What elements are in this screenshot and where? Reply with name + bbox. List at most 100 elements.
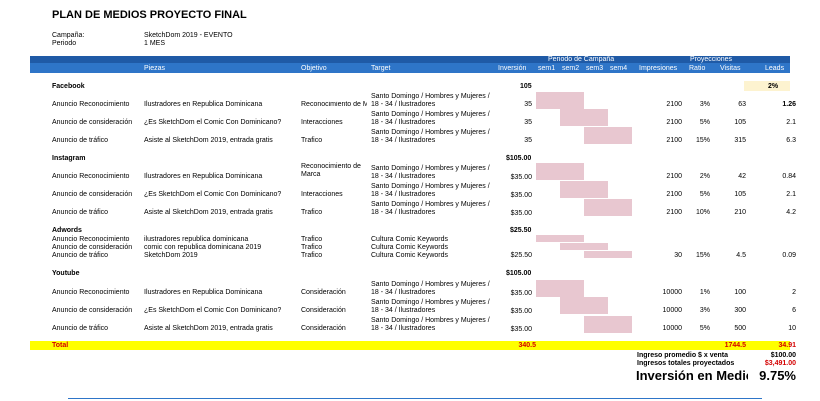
- header-sem1: sem1: [538, 65, 556, 72]
- header-piezas: Piezas: [144, 65, 166, 72]
- header-periodo-campana: Periodo de Campaña: [548, 56, 615, 63]
- yt-row1-tipo: Anuncio Reconocimiento: [52, 289, 130, 296]
- yt-row3-impresiones: 10000: [662, 325, 682, 332]
- gantt-bar: [560, 181, 608, 198]
- ingresos-totales-value: $3,491.00: [764, 360, 796, 367]
- fb-row2-visitas: 105: [734, 119, 746, 126]
- ig-row1-tipo: Anuncio Reconocimiento: [52, 173, 130, 180]
- aw-row3-pieza: SketchDom 2019: [144, 252, 198, 259]
- header-ratio: Ratio: [689, 65, 706, 72]
- header-objetivo: Objetivo: [301, 65, 327, 72]
- header-target: Target: [371, 65, 391, 72]
- gantt-bar: [536, 235, 584, 242]
- gantt-bar: [536, 92, 584, 109]
- ig-row2-leads: 2.1: [786, 191, 796, 198]
- ig-row1-visitas: 42: [738, 173, 746, 180]
- section-adwords-total: $25.50: [510, 227, 532, 234]
- section-youtube: Youtube: [52, 270, 80, 277]
- header-proyecciones: Proyecciones: [690, 56, 733, 63]
- yt-row2-pieza: ¿Es SketchDom el Comic Con Dominicano?: [144, 307, 282, 314]
- fb-row1-pieza: Ilustradores en Republica Dominicana: [144, 101, 263, 108]
- yt-row3-inversion: $35.00: [510, 326, 532, 333]
- yt-row2-impresiones: 10000: [662, 307, 682, 314]
- aw-row2-tipo: Anuncio de consideración: [52, 244, 133, 251]
- aw-row3-objetivo: Trafico: [301, 252, 323, 259]
- fb-row3-objetivo: Trafico: [301, 137, 323, 144]
- yt-row1-target: Santo Domingo / Hombres y Mujeres / 18 -…: [371, 281, 490, 296]
- ig-row3-impresiones: 2100: [666, 209, 682, 216]
- aw-row2-objetivo: Trafico: [301, 244, 323, 251]
- aw-row2-target: Cultura Comic Keywords: [371, 244, 449, 251]
- page-title: PLAN DE MEDIOS PROYECTO FINAL: [52, 9, 247, 21]
- fb-row3-leads: 6.3: [786, 137, 796, 144]
- fb-row1-visitas: 63: [738, 101, 746, 108]
- fb-row3-inversion: 35: [524, 137, 532, 144]
- header-inversion: Inversión: [498, 65, 527, 72]
- aw-row3-target: Cultura Comic Keywords: [371, 252, 449, 259]
- yt-row2-target: Santo Domingo / Hombres y Mujeres / 18 -…: [371, 299, 490, 314]
- fb-row1-inversion: 35: [524, 101, 532, 108]
- fb-row1-objetivo: Reconocimiento de M: [301, 101, 367, 108]
- aw-row3-impresiones: 30: [674, 252, 682, 259]
- yt-row1-impresiones: 10000: [662, 289, 682, 296]
- fb-row3-ratio: 15%: [695, 137, 710, 144]
- ig-row3-leads: 4.2: [786, 209, 796, 216]
- yt-row1-inversion: $35.00: [510, 290, 532, 297]
- yt-row1-pieza: Ilustradores en Republica Dominicana: [144, 289, 263, 296]
- ig-row2-target: Santo Domingo / Hombres y Mujeres / 18 -…: [371, 183, 490, 198]
- section-facebook-leads-pct: 2%: [768, 83, 779, 90]
- fb-row1-target: Santo Domingo / Hombres y Mujeres / 18 -…: [371, 93, 490, 108]
- ig-row2-visitas: 105: [734, 191, 746, 198]
- ig-row2-tipo: Anuncio de consideración: [52, 191, 133, 198]
- section-adwords: Adwords: [52, 227, 82, 234]
- period-label: Periodo: [52, 40, 77, 47]
- ig-row2-objetivo: Interacciones: [301, 191, 343, 198]
- yt-row2-inversion: $35.00: [510, 308, 532, 315]
- gantt-bar: [536, 280, 584, 297]
- total-row: [30, 341, 790, 350]
- ig-row3-ratio: 10%: [695, 209, 710, 216]
- header-sem4: sem4: [610, 65, 628, 72]
- fb-row2-pieza: ¿Es SketchDom el Comic Con Dominicano?: [144, 119, 282, 126]
- total-label: Total: [52, 342, 69, 349]
- ig-row3-pieza: Asiste al SketchDom 2019, entrada gratis: [144, 209, 273, 216]
- fb-row3-impresiones: 2100: [666, 137, 682, 144]
- yt-row2-visitas: 300: [734, 307, 746, 314]
- aw-row1-target: Cultura Comic Keywords: [371, 236, 449, 243]
- aw-row1-pieza: ilustradores republica dominicana: [144, 236, 249, 243]
- section-instagram-total: $105.00: [506, 155, 532, 162]
- fb-row2-impresiones: 2100: [666, 119, 682, 126]
- ig-row3-inversion: $35.00: [510, 210, 532, 217]
- total-inversion: 340.5: [518, 342, 536, 349]
- header-sem3: sem3: [586, 65, 604, 72]
- gantt-bar: [536, 163, 584, 180]
- ingreso-promedio-value: $100.00: [770, 352, 796, 359]
- yt-row3-tipo: Anuncio de tráfico: [52, 325, 109, 332]
- ig-row2-impresiones: 2100: [666, 191, 682, 198]
- section-youtube-total: $105.00: [506, 270, 532, 277]
- aw-row3-ratio: 15%: [695, 252, 710, 259]
- ig-row1-ratio: 2%: [699, 173, 710, 180]
- gantt-bar: [560, 297, 608, 314]
- yt-row2-ratio: 3%: [699, 307, 710, 314]
- yt-row1-visitas: 100: [734, 289, 746, 296]
- ig-row2-ratio: 5%: [699, 191, 710, 198]
- campaign-label: Campaña:: [52, 32, 85, 39]
- total-visitas: 1744.5: [724, 342, 746, 349]
- yt-row3-pieza: Asiste al SketchDom 2019, entrada gratis: [144, 325, 273, 332]
- ig-row2-inversion: $35.00: [510, 192, 532, 199]
- fb-row2-target: Santo Domingo / Hombres y Mujeres / 18 -…: [371, 111, 490, 126]
- yt-row2-leads: 6: [792, 307, 796, 314]
- aw-row2-pieza: comic con republica dominicana 2019: [144, 244, 262, 251]
- header-group-row: [30, 56, 790, 63]
- section-facebook-total: 105: [520, 83, 532, 90]
- aw-row3-leads: 0.09: [782, 252, 796, 259]
- ig-row3-tipo: Anuncio de tráfico: [52, 209, 109, 216]
- inversion-medio-value: 9.75%: [759, 368, 796, 383]
- gantt-bar: [560, 243, 608, 250]
- yt-row1-ratio: 1%: [699, 289, 710, 296]
- ingreso-promedio-label: Ingreso promedio $ x venta: [637, 352, 729, 359]
- ig-row2-pieza: ¿Es SketchDom el Comic Con Dominicano?: [144, 191, 282, 198]
- period-value: 1 MES: [144, 40, 166, 47]
- fb-row2-objetivo: Interacciones: [301, 119, 343, 126]
